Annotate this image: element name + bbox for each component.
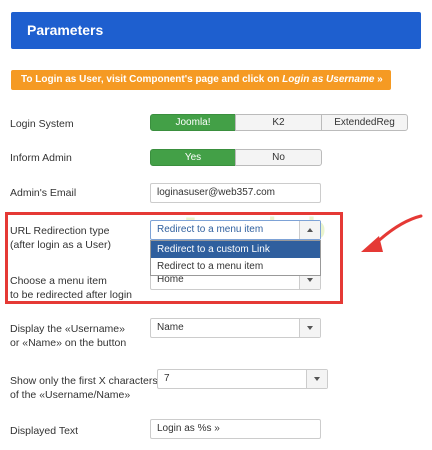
first-chars-select[interactable]: 7 bbox=[157, 369, 328, 389]
login-notice-banner[interactable]: To Login as User, visit Component's page… bbox=[11, 70, 391, 90]
highlight-frame bbox=[5, 212, 343, 304]
display-name-toggle[interactable] bbox=[299, 319, 320, 337]
first-chars-value: 7 bbox=[164, 373, 170, 384]
inform-admin-label: Inform Admin bbox=[10, 152, 72, 164]
inform-admin-option-no[interactable]: No bbox=[235, 149, 322, 166]
login-system-option-joomla[interactable]: Joomla! bbox=[150, 114, 236, 131]
login-system-option-extendedreg[interactable]: ExtendedReg bbox=[321, 114, 408, 131]
login-system-label: Login System bbox=[10, 118, 74, 130]
admin-email-input[interactable]: loginasuser@web357.com bbox=[150, 183, 321, 203]
first-chars-label: Show only the first X characters of the … bbox=[10, 374, 158, 402]
notice-text: To Login as User, visit Component's page… bbox=[21, 74, 283, 85]
notice-suffix: » bbox=[374, 74, 383, 85]
first-chars-label-line1: Show only the first X characters bbox=[10, 375, 158, 387]
display-name-value: Name bbox=[157, 322, 184, 333]
first-chars-label-line2: of the «Username/Name» bbox=[10, 389, 131, 401]
display-name-label-line1: Display the «Username» bbox=[10, 323, 125, 335]
display-name-label: Display the «Username» or «Name» on the … bbox=[10, 322, 126, 350]
displayed-text-label: Displayed Text bbox=[10, 425, 79, 437]
chevron-down-icon bbox=[307, 326, 313, 330]
header-title: Parameters bbox=[27, 22, 104, 38]
notice-emphasis: Login as Username bbox=[282, 74, 375, 85]
first-chars-toggle[interactable] bbox=[306, 370, 327, 388]
admin-email-label: Admin's Email bbox=[10, 187, 77, 199]
pointer-arrow-icon bbox=[361, 214, 423, 252]
chevron-down-icon bbox=[314, 377, 320, 381]
login-system-option-k2[interactable]: K2 bbox=[235, 114, 322, 131]
parameters-header: Parameters bbox=[11, 12, 421, 49]
display-name-label-line2: or «Name» on the button bbox=[10, 337, 127, 349]
inform-admin-option-yes[interactable]: Yes bbox=[150, 149, 236, 166]
display-name-select[interactable]: Name bbox=[150, 318, 321, 338]
displayed-text-input[interactable]: Login as %s » bbox=[150, 419, 321, 439]
